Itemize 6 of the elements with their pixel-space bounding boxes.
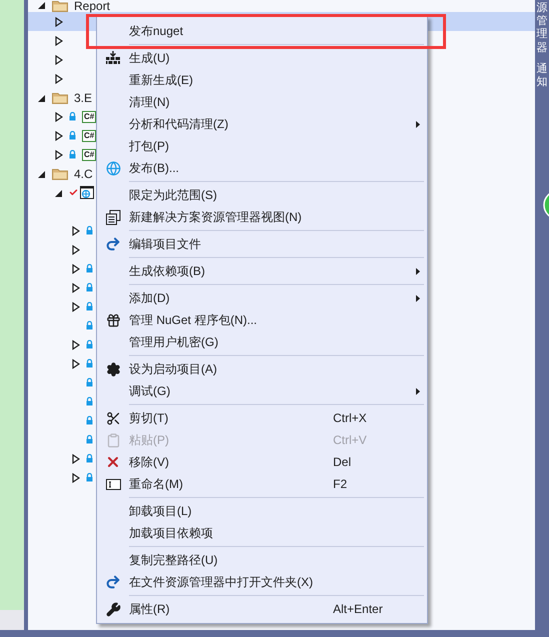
csharp-project-icon: C# xyxy=(82,130,96,142)
tree-item-label: 3.E xyxy=(74,90,92,106)
tree-item-label: 4.C xyxy=(74,166,93,182)
tree-item-label: Report xyxy=(74,0,110,12)
csharp-project-icon: C# xyxy=(82,110,96,122)
csharp-project-icon: C# xyxy=(82,148,96,160)
